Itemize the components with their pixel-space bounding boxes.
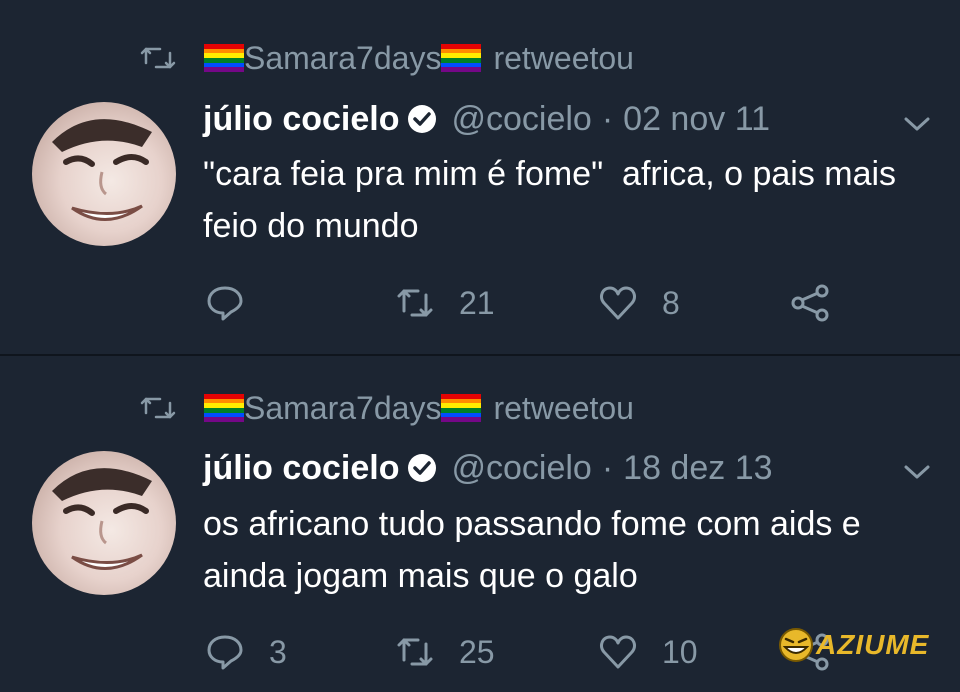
grinning-face-icon bbox=[779, 628, 813, 662]
user-name[interactable]: júlio cocielo bbox=[203, 449, 399, 488]
share-icon bbox=[791, 284, 829, 322]
tweet-date[interactable]: 18 dez 13 bbox=[623, 449, 772, 488]
separator: · bbox=[601, 448, 614, 487]
retweeter-name[interactable]: Samara7days bbox=[244, 40, 441, 77]
retweet-button[interactable]: 21 bbox=[395, 280, 495, 326]
retweet-label: retweetou bbox=[493, 39, 634, 76]
retweeter-name[interactable]: Samara7days bbox=[244, 390, 441, 427]
chevron-down-icon[interactable] bbox=[902, 114, 932, 134]
user-handle[interactable]: @cocielo bbox=[451, 100, 591, 139]
verified-badge-icon bbox=[408, 454, 437, 482]
reply-icon bbox=[207, 286, 243, 321]
like-button[interactable]: 10 bbox=[598, 629, 698, 675]
tweet-card[interactable]: Samara7days retweetou júlio cocielo @coc… bbox=[0, 0, 960, 356]
retweet-icon bbox=[397, 289, 433, 317]
retweet-context: Samara7days retweetou bbox=[140, 38, 634, 78]
retweet-count: 25 bbox=[459, 633, 495, 670]
chevron-down-icon[interactable] bbox=[902, 462, 932, 482]
rainbow-flag-icon bbox=[204, 394, 244, 422]
like-count: 10 bbox=[662, 633, 698, 670]
retweet-icon bbox=[397, 638, 433, 666]
tweet-header: júlio cocielo @cocielo · 02 nov 11 bbox=[203, 96, 770, 142]
avatar[interactable] bbox=[32, 102, 176, 246]
tweet-text: os africano tudo passando fome com aids … bbox=[203, 505, 871, 595]
retweet-context: Samara7days retweetou bbox=[140, 388, 634, 428]
heart-icon bbox=[600, 635, 636, 669]
watermark: AZIUME bbox=[778, 628, 929, 662]
reply-count: 3 bbox=[269, 633, 287, 670]
retweet-icon bbox=[140, 47, 176, 69]
user-handle[interactable]: @cocielo bbox=[451, 449, 591, 488]
like-button[interactable]: 8 bbox=[598, 280, 680, 326]
reply-icon bbox=[207, 635, 243, 670]
avatar[interactable] bbox=[32, 451, 176, 595]
user-name[interactable]: júlio cocielo bbox=[203, 100, 399, 139]
retweet-button[interactable]: 25 bbox=[395, 629, 495, 675]
tweet-actions: 21 8 bbox=[205, 280, 905, 326]
rainbow-flag-icon bbox=[441, 44, 482, 72]
retweet-label: retweetou bbox=[493, 389, 634, 426]
watermark-text: AZIUME bbox=[816, 629, 930, 660]
separator: · bbox=[601, 99, 614, 138]
heart-icon bbox=[600, 286, 636, 320]
rainbow-flag-icon bbox=[204, 44, 244, 72]
tweet-text: "cara feia pra mim é fome" africa, o pai… bbox=[203, 155, 906, 245]
retweet-icon bbox=[140, 397, 176, 419]
tweet-header: júlio cocielo @cocielo · 18 dez 13 bbox=[203, 445, 773, 491]
reply-button[interactable] bbox=[205, 280, 269, 326]
reply-button[interactable]: 3 bbox=[205, 629, 287, 675]
like-count: 8 bbox=[662, 284, 680, 321]
tweet-date[interactable]: 02 nov 11 bbox=[623, 100, 770, 139]
verified-badge-icon bbox=[408, 105, 437, 133]
share-button[interactable] bbox=[790, 280, 830, 326]
retweet-count: 21 bbox=[459, 284, 495, 321]
rainbow-flag-icon bbox=[441, 394, 482, 422]
